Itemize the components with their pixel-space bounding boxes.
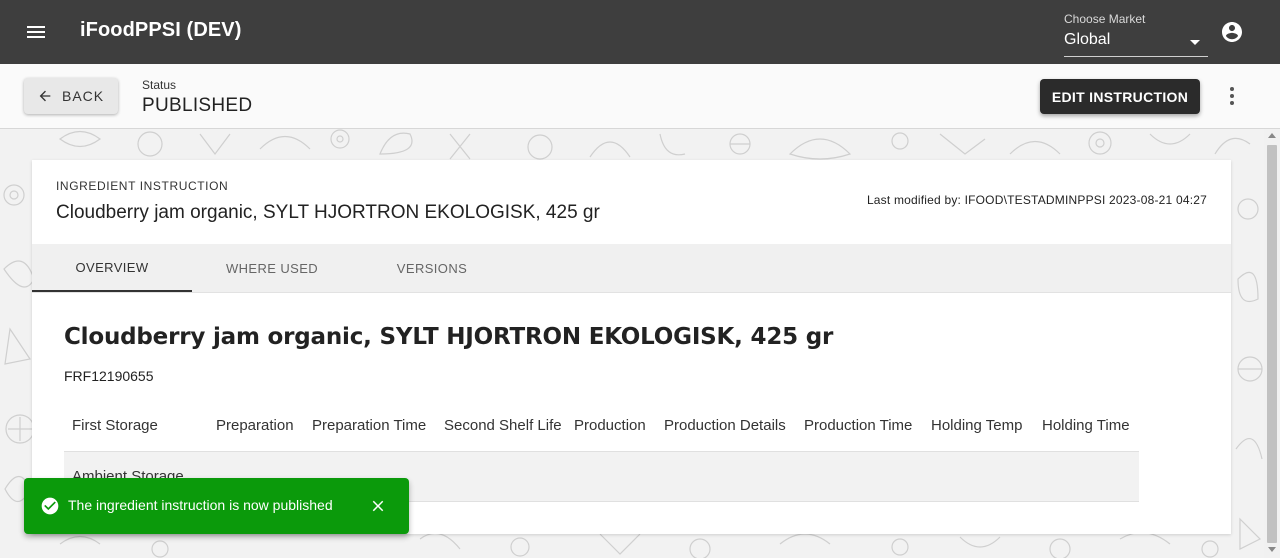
column-header-first-storage[interactable]: First Storage — [72, 417, 158, 434]
scroll-up-arrow[interactable] — [1268, 133, 1276, 138]
status-label: Status — [142, 78, 177, 92]
column-header-production[interactable]: Production — [574, 417, 646, 434]
chevron-down-icon — [1190, 40, 1200, 45]
check-circle-icon — [41, 497, 59, 515]
card-overline: INGREDIENT INSTRUCTION — [56, 179, 229, 193]
column-header-second-shelf-life[interactable]: Second Shelf Life — [444, 417, 562, 434]
back-button[interactable]: BACK — [24, 78, 118, 114]
column-header-preparation-time[interactable]: Preparation Time — [312, 417, 426, 434]
table-header-row: First Storage Preparation Preparation Ti… — [64, 408, 1139, 452]
column-header-production-time[interactable]: Production Time — [804, 417, 912, 434]
column-header-preparation[interactable]: Preparation — [216, 417, 294, 434]
column-header-holding-time[interactable]: Holding Time — [1042, 417, 1130, 434]
scroll-down-arrow[interactable] — [1268, 547, 1276, 552]
last-modified-text: Last modified by: IFOOD\TESTADMINPPSI 20… — [866, 193, 1207, 207]
tab-bar: OVERVIEW WHERE USED VERSIONS — [32, 244, 1231, 293]
content-title: Cloudberry jam organic, SYLT HJORTRON EK… — [64, 324, 834, 350]
card-title: Cloudberry jam organic, SYLT HJORTRON EK… — [56, 202, 600, 223]
tab-overview[interactable]: OVERVIEW — [32, 244, 192, 292]
snackbar-message: The ingredient instruction is now publis… — [68, 497, 333, 513]
market-select-label: Choose Market — [1064, 12, 1146, 26]
close-icon[interactable] — [369, 497, 387, 515]
page-scrollbar[interactable] — [1264, 129, 1280, 558]
market-select[interactable]: Choose Market Global — [1064, 12, 1208, 57]
app-bar: iFoodPPSI (DEV) Choose Market Global — [0, 0, 1280, 64]
instruction-code: FRF12190655 — [64, 368, 154, 384]
more-vert-icon[interactable] — [1220, 84, 1244, 108]
back-button-label: BACK — [62, 88, 105, 104]
scroll-thumb[interactable] — [1267, 145, 1277, 543]
edit-instruction-button[interactable]: EDIT INSTRUCTION — [1040, 79, 1200, 114]
column-header-production-details[interactable]: Production Details — [664, 417, 786, 434]
account-circle-icon[interactable] — [1220, 20, 1244, 44]
market-select-value: Global — [1064, 31, 1111, 48]
tab-versions[interactable]: VERSIONS — [352, 244, 512, 292]
arrow-back-icon — [39, 90, 51, 102]
app-title: iFoodPPSI (DEV) — [80, 19, 242, 41]
status-value: PUBLISHED — [142, 95, 253, 116]
success-snackbar: The ingredient instruction is now publis… — [24, 478, 409, 534]
menu-icon[interactable] — [24, 20, 48, 44]
tab-where-used[interactable]: WHERE USED — [192, 244, 352, 292]
action-toolbar: BACK Status PUBLISHED EDIT INSTRUCTION — [0, 64, 1280, 129]
column-header-holding-temp[interactable]: Holding Temp — [931, 417, 1022, 434]
